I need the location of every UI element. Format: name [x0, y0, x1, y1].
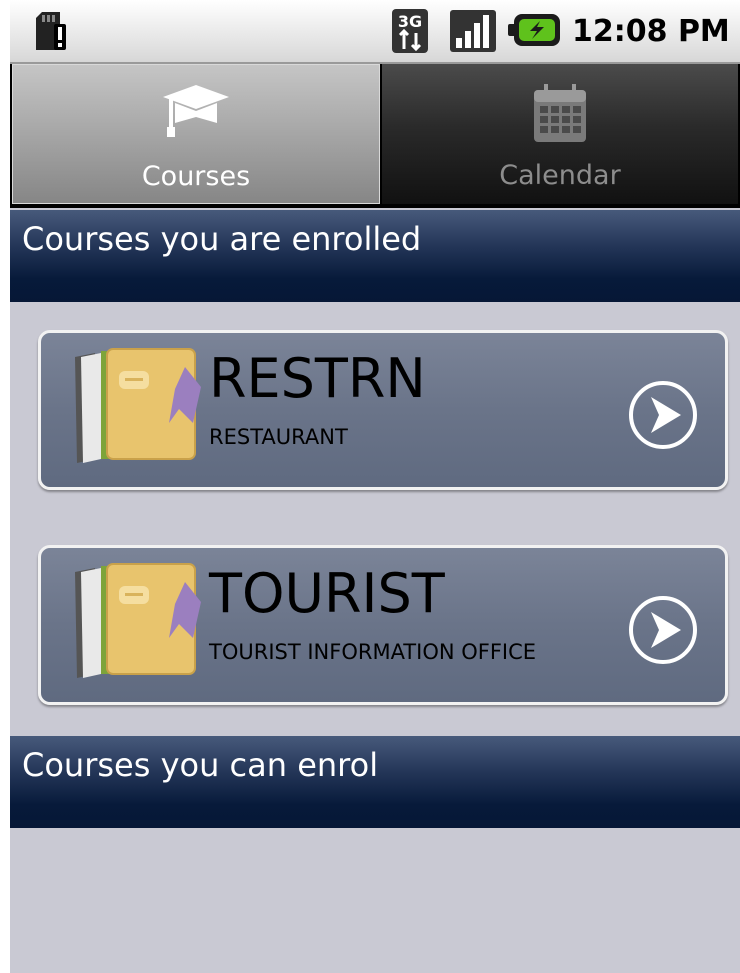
- course-code: RESTRN: [209, 347, 426, 410]
- app-screen: 3G 12:08 PM Courses Calendar Courses you…: [10, 0, 740, 973]
- 3g-data-icon: 3G: [392, 9, 428, 53]
- course-name: RESTAURANT: [209, 425, 348, 449]
- tab-calendar[interactable]: Calendar: [382, 64, 738, 204]
- section-header-can-enrol: Courses you can enrol: [10, 736, 740, 828]
- section-title-enrolled: Courses you are enrolled: [22, 220, 422, 258]
- tab-courses-label: Courses: [141, 161, 251, 192]
- section-header-enrolled: Courses you are enrolled: [10, 210, 740, 302]
- course-item-tourist[interactable]: TOURIST TOURIST INFORMATION OFFICE: [38, 545, 728, 705]
- battery-charging-icon: [508, 14, 560, 46]
- 3g-label: 3G: [398, 12, 422, 31]
- course-name: TOURIST INFORMATION OFFICE: [209, 640, 537, 664]
- course-item-restrn[interactable]: RESTRN RESTAURANT: [38, 330, 728, 490]
- course-book-icon: [75, 563, 201, 678]
- course-code: TOURIST: [209, 562, 445, 625]
- status-time: 12:08 PM: [572, 14, 730, 49]
- status-bar: 3G 12:08 PM: [10, 0, 740, 64]
- signal-strength-icon: [450, 10, 496, 52]
- tab-calendar-label: Calendar: [499, 160, 621, 191]
- section-title-can-enrol: Courses you can enrol: [22, 746, 379, 784]
- arrow-right-circle-icon[interactable]: [627, 594, 699, 666]
- arrow-right-circle-icon[interactable]: [627, 379, 699, 451]
- course-book-icon: [75, 348, 201, 463]
- tab-bar: Courses Calendar: [10, 64, 740, 208]
- graduation-cap-icon: [163, 85, 229, 137]
- tab-courses[interactable]: Courses: [12, 64, 380, 204]
- calendar-icon: [534, 84, 586, 142]
- sd-card-alert-icon: [36, 12, 66, 50]
